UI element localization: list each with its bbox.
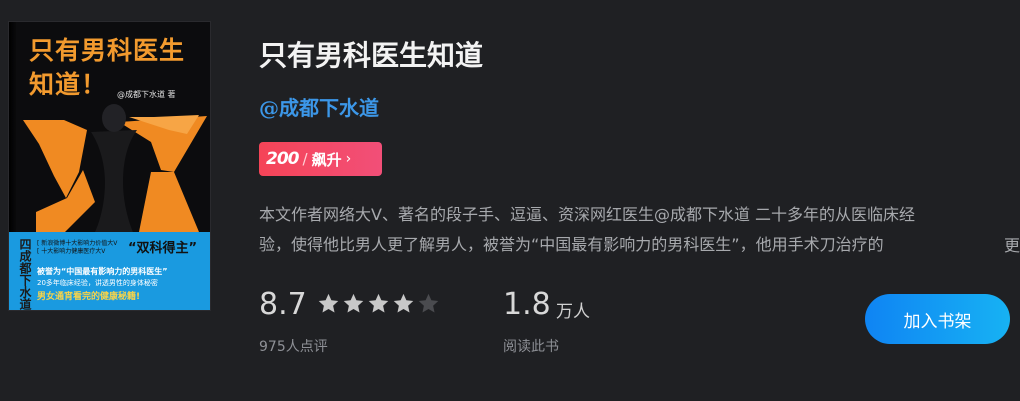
chevron-right-icon: › <box>345 151 352 167</box>
book-cover[interactable]: 只有男科医生知道！ @成都下水道 著 四成都下水道 [ 新浪微博十大影响力价值大… <box>9 22 210 310</box>
cover-band-headline: “双科得主” <box>128 241 198 256</box>
rating-stars <box>317 292 440 315</box>
book-description: 本文作者网络大V、著名的段子手、逗逼、资深网红医生@成都下水道 二十多年的从医临… <box>259 200 1019 268</box>
cover-band-side-text: 四成都下水道 <box>18 238 32 310</box>
readers-label: 阅读此书 <box>503 339 559 355</box>
description-fade <box>927 230 983 264</box>
readers-unit: 万人 <box>556 302 590 322</box>
add-to-shelf-button[interactable]: 加入书架 <box>865 294 1010 344</box>
star-icon <box>393 293 414 313</box>
rank-label: 飙升 <box>311 150 342 169</box>
cover-band-line3: 被誉为“中国最有影响力的男科医生” <box>37 267 168 276</box>
readers-number: 1.8 <box>503 287 551 322</box>
cover-band-line5: 男女通宵看完的健康秘籍! <box>37 292 141 302</box>
description-more-link[interactable]: 更多 <box>1004 232 1020 256</box>
rank-number: 200 <box>266 149 299 169</box>
cover-band: 四成都下水道 [ 新浪微博十大影响力价值大V [ 十大影响力健康医疗大V “双科… <box>9 232 210 310</box>
author-link[interactable]: @成都下水道 <box>259 92 379 121</box>
rating-count: 975人点评 <box>259 339 328 355</box>
description-line-2: 验，使得他比男人更了解男人，被誉为“中国最有影响力的男科医生”，他用手术刀治疗的 <box>259 235 884 254</box>
cover-band-line2: [ 十大影响力健康医疗大V <box>37 248 106 255</box>
rank-badge[interactable]: 200 / 飙升 › <box>259 142 382 176</box>
star-icon <box>318 293 339 313</box>
cover-author: @成都下水道 著 <box>117 90 176 99</box>
star-empty-icon <box>418 293 439 313</box>
book-title: 只有男科医生知道 <box>259 39 484 72</box>
rating-score: 8.7 <box>259 287 307 322</box>
description-line-1: 本文作者网络大V、著名的段子手、逗逼、资深网红医生@成都下水道 二十多年的从医临… <box>259 205 916 224</box>
star-icon <box>368 293 389 313</box>
rank-separator: / <box>302 150 308 168</box>
cover-band-line4: 20多年临床经验，讲透男性的身体秘密 <box>37 279 158 287</box>
star-icon <box>343 293 364 313</box>
